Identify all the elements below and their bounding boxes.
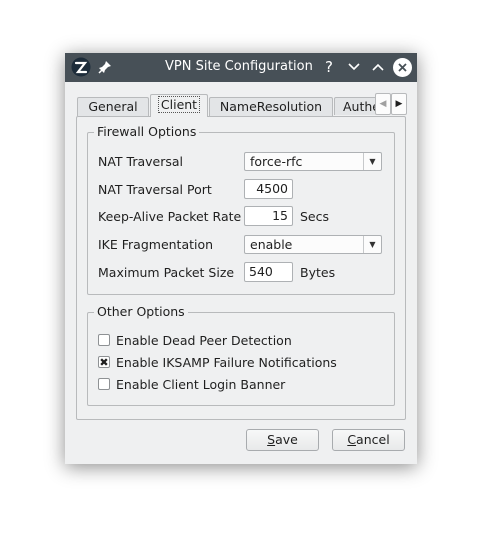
help-button[interactable]: ? xyxy=(320,58,338,76)
cancel-mnemonic: C xyxy=(347,432,357,447)
max-packet-unit: Bytes xyxy=(300,265,336,280)
save-label: ave xyxy=(275,432,298,447)
iksamp-label[interactable]: Enable IKSAMP Failure Notifications xyxy=(116,355,337,370)
nat-port-label: NAT Traversal Port xyxy=(98,182,212,197)
nat-traversal-label: NAT Traversal xyxy=(98,154,184,169)
arrow-left-icon: ◀ xyxy=(379,99,387,109)
ike-frag-value: enable xyxy=(250,237,293,252)
nat-port-input[interactable]: 4500 xyxy=(244,179,293,199)
max-packet-input[interactable]: 540 xyxy=(244,262,293,282)
banner-label[interactable]: Enable Client Login Banner xyxy=(116,377,285,392)
keepalive-label: Keep-Alive Packet Rate xyxy=(98,209,242,224)
other-options-group: Other Options Enable Dead Peer Detection… xyxy=(87,304,395,406)
close-icon xyxy=(398,63,407,72)
group-title-firewall: Firewall Options xyxy=(94,124,200,140)
dpd-label[interactable]: Enable Dead Peer Detection xyxy=(116,333,292,348)
tab-client[interactable]: Client xyxy=(150,94,208,117)
keepalive-unit: Secs xyxy=(300,209,330,224)
minimize-button[interactable] xyxy=(345,58,363,76)
app-logo-icon[interactable] xyxy=(71,57,91,77)
cancel-button[interactable]: Cancel xyxy=(332,429,405,451)
keepalive-input[interactable]: 15 xyxy=(244,206,293,226)
arrow-right-icon: ▶ xyxy=(395,99,403,109)
tab-nameresolution[interactable]: NameResolution xyxy=(209,97,333,116)
dpd-checkbox[interactable] xyxy=(98,334,110,346)
maximize-button[interactable] xyxy=(369,58,387,76)
group-title-other: Other Options xyxy=(94,304,188,320)
tab-scroll-left-button[interactable]: ◀ xyxy=(375,93,391,115)
save-button[interactable]: Save xyxy=(246,429,319,451)
close-button[interactable] xyxy=(393,58,412,77)
dialog-window: VPN Site Configuration ? General Client … xyxy=(65,53,417,464)
chevron-down-icon xyxy=(348,63,360,71)
dropdown-arrow-icon: ▼ xyxy=(363,153,381,170)
window-title: VPN Site Configuration xyxy=(165,59,313,74)
save-mnemonic: S xyxy=(267,432,276,447)
pin-icon[interactable] xyxy=(97,59,113,75)
banner-checkbox[interactable] xyxy=(98,378,110,390)
tab-bar: General Client NameResolution Authe ◀ ▶ xyxy=(77,93,407,117)
title-bar[interactable]: VPN Site Configuration ? xyxy=(65,53,417,82)
tab-client-label: Client xyxy=(157,96,201,113)
nat-traversal-select[interactable]: force-rfc ▼ xyxy=(244,152,382,171)
max-packet-label: Maximum Packet Size xyxy=(98,265,235,280)
tab-scroll-right-button[interactable]: ▶ xyxy=(391,93,407,115)
firewall-options-group: Firewall Options NAT Traversal force-rfc… xyxy=(87,124,395,295)
tab-authentication[interactable]: Authe xyxy=(334,97,378,115)
ike-frag-select[interactable]: enable ▼ xyxy=(244,235,382,254)
client-tab-panel: Firewall Options NAT Traversal force-rfc… xyxy=(76,116,406,420)
chevron-up-icon xyxy=(372,63,384,71)
cancel-label: ancel xyxy=(356,432,390,447)
iksamp-checkbox[interactable]: ✖ xyxy=(98,356,110,368)
nat-traversal-value: force-rfc xyxy=(250,154,303,169)
dropdown-arrow-icon: ▼ xyxy=(363,236,381,253)
ike-frag-label: IKE Fragmentation xyxy=(98,237,214,252)
tab-general[interactable]: General xyxy=(77,97,149,116)
